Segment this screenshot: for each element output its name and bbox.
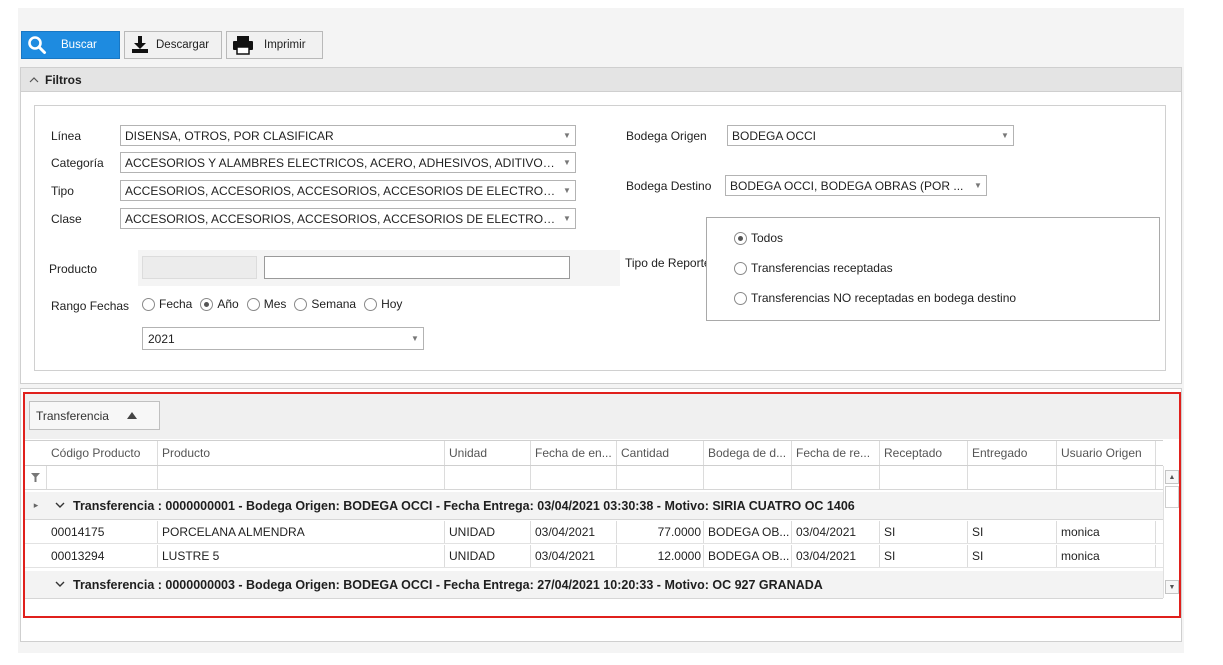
search-button-label: Buscar [61,39,97,51]
dropdown-arrow-icon: ▼ [974,181,982,190]
radio-fecha[interactable]: Fecha [142,297,192,311]
tipo-reporte-label: Tipo de Reporte [625,256,711,270]
producto-code-field [142,256,257,279]
radio-transferencias-receptadas[interactable]: Transferencias receptadas [734,261,893,275]
filters-section-header[interactable]: Filtros [20,67,1182,92]
tipo-label: Tipo [51,184,74,198]
bodega-destino-label: Bodega Destino [626,179,712,193]
highlight-frame [23,392,1181,618]
radio-circle [142,297,155,311]
radio-circle [294,297,308,311]
bodega-origen-combo[interactable]: BODEGA OCCI ▼ [727,125,1014,146]
rango-fechas-group: Fecha Año Mes Semana Hoy [142,297,402,311]
year-value: 2021 [148,331,175,346]
bodega-origen-value: BODEGA OCCI [732,128,817,143]
chevron-up-icon [29,76,39,82]
bodega-destino-value: BODEGA OCCI, BODEGA OBRAS (POR ... [730,178,964,193]
radio-todos[interactable]: Todos [734,231,783,245]
clase-combo[interactable]: ACCESORIOS, ACCESORIOS, ACCESORIOS, ACCE… [120,208,576,229]
clase-value: ACCESORIOS, ACCESORIOS, ACCESORIOS, ACCE… [125,211,559,226]
producto-label: Producto [49,262,98,276]
radio-circle-selected [734,231,747,245]
radio-hoy[interactable]: Hoy [364,297,402,311]
linea-combo[interactable]: DISENSA, OTROS, POR CLASIFICAR ▼ [120,125,576,146]
radio-circle [734,291,747,305]
download-button-label: Descargar [156,39,210,51]
dropdown-arrow-icon: ▼ [563,158,571,167]
radio-circle [734,261,747,275]
download-button[interactable]: Descargar [124,31,222,59]
rango-fechas-label: Rango Fechas [51,299,130,313]
download-icon [132,36,148,53]
bodega-destino-combo[interactable]: BODEGA OCCI, BODEGA OBRAS (POR ... ▼ [725,175,987,196]
year-combo[interactable]: 2021 ▼ [142,327,424,350]
filters-section-title: Filtros [45,72,82,87]
categoria-value: ACCESORIOS Y ALAMBRES ELECTRICOS, ACERO,… [125,155,559,170]
printer-icon [233,36,253,55]
dropdown-arrow-icon: ▼ [411,334,419,343]
tipo-value: ACCESORIOS, ACCESORIOS, ACCESORIOS, ACCE… [125,183,559,198]
radio-semana[interactable]: Semana [294,297,356,311]
categoria-combo[interactable]: ACCESORIOS Y ALAMBRES ELECTRICOS, ACERO,… [120,152,576,173]
search-button[interactable]: Buscar [21,31,120,59]
dropdown-arrow-icon: ▼ [563,186,571,195]
linea-value: DISENSA, OTROS, POR CLASIFICAR [125,128,334,143]
dropdown-arrow-icon: ▼ [563,214,571,223]
bodega-origen-label: Bodega Origen [626,129,707,143]
dropdown-arrow-icon: ▼ [1001,131,1009,140]
radio-mes[interactable]: Mes [246,297,286,311]
print-button[interactable]: Imprimir [226,31,323,59]
producto-name-field[interactable] [264,256,570,279]
radio-circle [246,297,260,311]
radio-circle [364,297,378,311]
search-icon [28,36,46,54]
print-button-label: Imprimir [264,39,306,51]
clase-label: Clase [51,212,82,226]
dropdown-arrow-icon: ▼ [563,131,571,140]
categoria-label: Categoría [51,156,104,170]
tipo-combo[interactable]: ACCESORIOS, ACCESORIOS, ACCESORIOS, ACCE… [120,180,576,201]
linea-label: Línea [51,129,82,143]
radio-circle-selected [200,297,214,311]
radio-ano[interactable]: Año [200,297,239,311]
radio-transferencias-no-receptadas[interactable]: Transferencias NO receptadas en bodega d… [734,291,1016,305]
